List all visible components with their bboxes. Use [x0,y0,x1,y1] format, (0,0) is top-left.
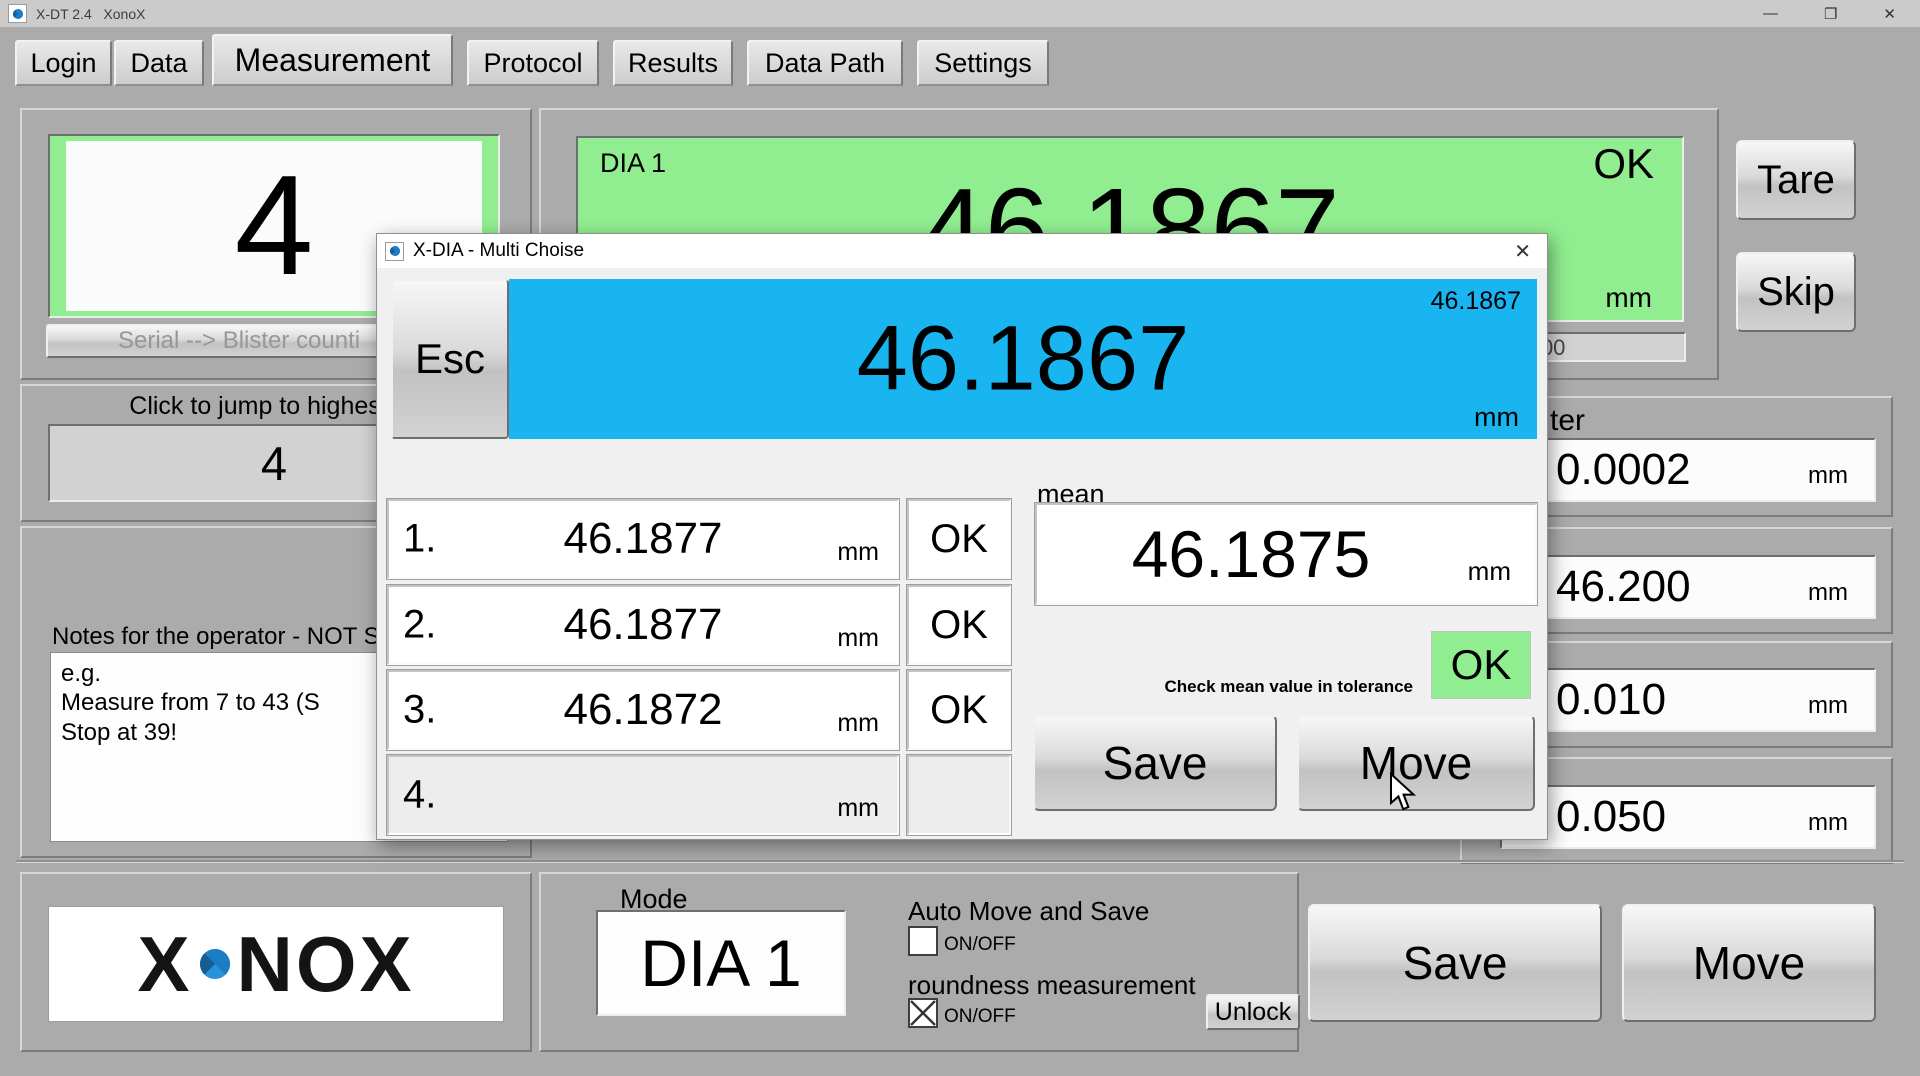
roundness-onoff-label: ON/OFF [944,1006,1016,1028]
dialog-live-display: 46.1867 46.1867 mm [509,279,1537,439]
maximize-button[interactable]: ❐ [1824,5,1837,23]
minimize-button[interactable]: — [1763,5,1778,23]
unit-label: mm [1468,556,1511,587]
auto-move-save-checkbox[interactable] [908,926,938,956]
unit-label: mm [1808,579,1848,607]
dialog-icon [385,242,404,261]
auto-move-save-label: Auto Move and Save [908,896,1149,927]
row-index: 4. [403,773,436,818]
mean-value: 46.1875 [1037,516,1465,592]
measurement-row: 3. 46.1872 mm [387,670,899,750]
unit-label: mm [1808,462,1848,490]
unlock-button[interactable]: Unlock [1206,994,1300,1030]
field-value: 46.200 [1556,562,1691,612]
app-window: X-DT 2.4 XonoX — ❐ ✕ Login Data Measurem… [0,0,1920,1076]
tab-data[interactable]: Data [114,40,204,86]
move-button[interactable]: Move [1622,904,1876,1022]
row-status-badge: OK [907,670,1011,750]
tab-login[interactable]: Login [15,40,112,86]
field-value: 0.050 [1556,792,1666,842]
row-status-badge [907,755,1011,835]
save-button[interactable]: Save [1308,904,1602,1022]
measurement-row: 1. 46.1877 mm [387,499,899,579]
unit-label: mm [1474,402,1519,433]
title-bar: X-DT 2.4 XonoX — ❐ ✕ [0,0,1920,27]
unit-label: mm [1808,809,1848,837]
multi-choice-dialog: X-DIA - Multi Choise ✕ Esc 46.1867 46.18… [376,233,1548,840]
row-status-badge: OK [907,499,1011,579]
checkbox-x-mark [910,1000,936,1026]
live-value-big: 46.1867 [509,307,1537,412]
xonox-logo: X NOX [48,906,504,1022]
unit-label: mm [837,624,879,653]
esc-button[interactable]: Esc [391,279,509,439]
check-tolerance-label: Check mean value in tolerance [1077,677,1413,697]
dialog-close-icon[interactable]: ✕ [1514,239,1531,264]
unit-label: mm [1808,692,1848,720]
unit-label: mm [837,794,879,823]
app-icon [8,4,27,23]
field-value: 0.0002 [1556,445,1691,495]
divider [16,860,1904,863]
status-badge: OK [1593,140,1654,188]
value-field: 0.050 mm [1500,785,1876,849]
row-value: 46.1877 [389,600,897,650]
row-value: 46.1872 [389,685,897,735]
tab-protocol[interactable]: Protocol [467,40,599,86]
logo-text-left: X [137,919,192,1010]
auto-onoff-label: ON/OFF [944,934,1016,956]
close-button[interactable]: ✕ [1883,5,1896,23]
row-value: 46.1877 [389,514,897,564]
tab-settings[interactable]: Settings [917,40,1049,86]
field-value: 0.010 [1556,675,1666,725]
tab-results[interactable]: Results [613,40,733,86]
measurement-row: 4. mm [387,755,899,835]
tare-button[interactable]: Tare [1736,140,1856,220]
value-field: 46.200 mm [1500,555,1876,619]
value-field: 0.0002 mm [1500,438,1876,502]
value-field: 0.010 mm [1500,668,1876,732]
notes-label: Notes for the operator - NOT STO [52,623,413,651]
dialog-save-button[interactable]: Save [1033,715,1277,811]
roundness-checkbox[interactable] [908,998,938,1028]
tab-measurement[interactable]: Measurement [212,34,453,86]
unit-label: mm [837,709,879,738]
unit-label: mm [837,538,879,567]
window-title: X-DT 2.4 XonoX [36,6,145,22]
mean-value-display: 46.1875 mm [1035,503,1537,605]
mode-value-display: DIA 1 [596,910,846,1016]
logo-text-right: NOX [237,919,415,1010]
tolerance-status-badge: OK [1431,631,1531,699]
dialog-title-bar: X-DIA - Multi Choise ✕ [377,234,1547,268]
measurement-row: 2. 46.1877 mm [387,585,899,665]
skip-button[interactable]: Skip [1736,252,1856,332]
dialog-title: X-DIA - Multi Choise [413,240,584,262]
field-label-fragment: ter [1550,404,1585,438]
unit-label: mm [1605,282,1652,314]
tab-data-path[interactable]: Data Path [747,40,903,86]
mouse-cursor [1388,772,1418,817]
row-status-badge: OK [907,585,1011,665]
roundness-label: roundness measurement [908,970,1196,1001]
logo-o-icon [200,949,230,979]
